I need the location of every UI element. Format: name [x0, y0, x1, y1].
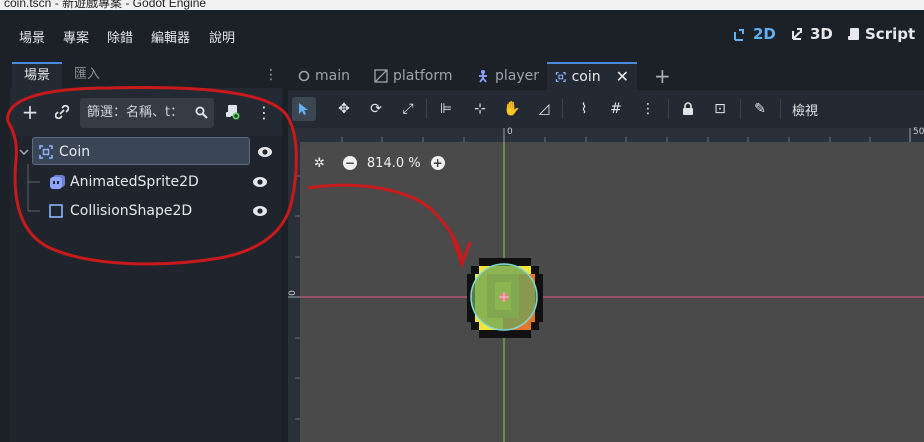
node-circle-icon — [298, 70, 310, 82]
pivot-mode-icon[interactable]: ⊹ — [468, 97, 492, 121]
mode-script-label: Script — [865, 25, 916, 43]
menu-project[interactable]: 專案 — [63, 27, 89, 46]
zoom-controls: ✲ − 814.0 % + — [314, 154, 445, 172]
node2d-icon — [39, 145, 53, 159]
scene-tab-main[interactable]: main — [290, 62, 358, 90]
canvas-toolbar: ✥ ⟳ ⤢ ⊫ ⊹ ✋ ◿ ⌇ # ⋮ ⊡ ✎ 檢視 — [288, 90, 924, 128]
window-title-bar: coin.tscn - 新遊戲專案 - Godot Engine — [0, 0, 924, 10]
mode-2d-button[interactable]: 2D — [733, 25, 776, 43]
scene-tab-coin[interactable]: coin ✕ — [547, 62, 637, 90]
attach-script-button[interactable] — [220, 100, 244, 124]
zoom-out-button[interactable]: − — [342, 156, 357, 170]
ruler-label: 0 — [507, 127, 513, 137]
mode-3d-button[interactable]: 3D — [790, 25, 833, 43]
collision-shape-icon — [49, 204, 63, 218]
visibility-eye-icon[interactable] — [252, 203, 268, 219]
ruler-vertical: 0 — [288, 142, 300, 442]
tree-item-collisionshape2d[interactable]: CollisionShape2D — [10, 197, 282, 225]
scene-tab-bar: main platform player coin ✕ + — [288, 62, 924, 90]
platform-icon — [374, 69, 388, 83]
smart-snap-icon[interactable]: ⌇ — [572, 97, 596, 121]
menu-debug[interactable]: 除錯 — [107, 27, 133, 46]
script-icon — [848, 28, 859, 40]
add-node-icon[interactable]: + — [18, 100, 42, 124]
scene-tab-label: player — [495, 68, 540, 84]
zoom-level[interactable]: 814.0 % — [367, 156, 421, 171]
scene-tree: Coin AnimatedSprite2D CollisionShape2D — [10, 136, 282, 442]
skeleton-bone-icon[interactable]: ✎ — [748, 97, 772, 121]
visibility-eye-icon[interactable] — [252, 174, 268, 190]
visibility-eye-icon[interactable] — [257, 144, 273, 160]
scene-tab-label: main — [315, 68, 350, 84]
snap-options-icon[interactable]: ⋮ — [636, 97, 660, 121]
menu-bar: 場景 專案 除錯 編輯器 說明 2D 3D Script — [0, 10, 924, 62]
3d-icon — [792, 28, 802, 40]
view-menu[interactable]: 檢視 — [792, 100, 818, 119]
select-mode-button[interactable] — [292, 97, 316, 121]
pan-mode-icon[interactable]: ✋ — [500, 97, 524, 121]
window-title: coin.tscn - 新遊戲專案 - Godot Engine — [4, 0, 207, 10]
scene-tab-platform[interactable]: platform — [366, 62, 461, 90]
dock-tab-bar: 場景 匯入 ⋮ — [10, 62, 282, 88]
viewport-canvas — [300, 142, 924, 442]
mode-2d-label: 2D — [753, 25, 776, 43]
dock-menu-icon[interactable]: ⋮ — [264, 67, 278, 83]
scene-tree-menu-icon[interactable]: ⋮ — [252, 100, 276, 124]
tree-item-animatedsprite2d[interactable]: AnimatedSprite2D — [10, 168, 282, 196]
instance-scene-button[interactable] — [50, 100, 74, 124]
move-mode-icon[interactable]: ✥ — [332, 97, 356, 121]
scene-toolbar: + 篩選：名稱、t： ⋮ — [10, 96, 282, 130]
node-filter-input[interactable]: 篩選：名稱、t： — [80, 98, 214, 128]
center-view-icon[interactable]: ✲ — [314, 156, 325, 171]
tree-item-label: AnimatedSprite2D — [70, 174, 199, 190]
close-tab-icon[interactable]: ✕ — [616, 63, 629, 91]
search-icon — [195, 98, 208, 128]
grid-snap-icon[interactable]: # — [604, 97, 628, 121]
animated-sprite-icon — [50, 175, 65, 189]
canvas-viewport[interactable] — [300, 142, 924, 442]
rotate-mode-icon[interactable]: ⟳ — [364, 97, 388, 121]
ruler-mode-icon[interactable]: ◿ — [532, 97, 556, 121]
ruler-label: 0 — [287, 290, 298, 296]
scene-tab-label: coin — [571, 69, 601, 85]
chevron-down-icon — [19, 149, 29, 156]
cursor-arrow-icon — [299, 103, 308, 115]
link-icon — [55, 105, 69, 119]
zoom-in-button[interactable]: + — [430, 156, 445, 170]
2d-icon — [734, 29, 744, 41]
scene-dock: 場景 匯入 ⋮ + 篩選：名稱、t： ⋮ Coin AnimatedSprite… — [10, 62, 282, 442]
tab-scene[interactable]: 場景 — [12, 62, 63, 88]
menu-scene[interactable]: 場景 — [19, 27, 45, 46]
scene-tab-label: platform — [393, 68, 453, 84]
scale-mode-icon[interactable]: ⤢ — [396, 97, 420, 121]
list-select-icon[interactable]: ⊫ — [434, 97, 458, 121]
menu-editor[interactable]: 編輯器 — [151, 27, 190, 46]
player-icon — [479, 70, 487, 83]
ruler-label: 50 — [913, 127, 924, 137]
attach-script-icon — [226, 105, 240, 120]
tab-import[interactable]: 匯入 — [62, 62, 112, 88]
menu-help[interactable]: 說明 — [209, 27, 235, 46]
node2d-icon — [555, 72, 566, 82]
tree-item-coin[interactable]: Coin — [32, 137, 272, 165]
filter-placeholder: 篩選：名稱、t： — [87, 105, 184, 120]
new-scene-tab-icon[interactable]: + — [646, 62, 679, 90]
scene-tab-player[interactable]: player — [468, 62, 547, 90]
ruler-horizontal: 0 50 — [288, 127, 924, 142]
mode-script-button[interactable]: Script — [847, 25, 915, 43]
group-icon[interactable]: ⊡ — [708, 97, 732, 121]
mode-3d-label: 3D — [810, 25, 833, 43]
lock-icon[interactable] — [676, 97, 700, 121]
tree-item-label: CollisionShape2D — [70, 203, 193, 219]
tree-item-label: Coin — [59, 144, 91, 160]
